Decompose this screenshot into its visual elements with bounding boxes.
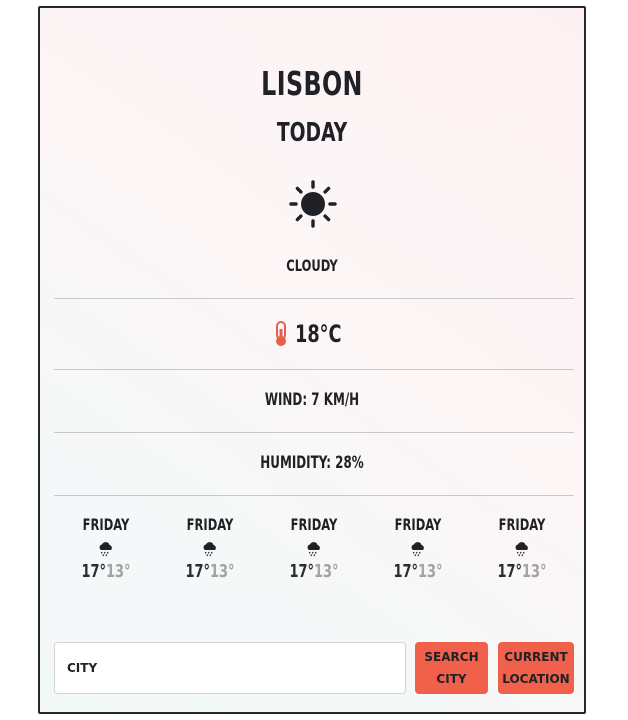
forecast-max-temp: 17° xyxy=(497,561,522,582)
divider xyxy=(54,298,574,299)
weather-card: LISBON TODAY CLOUDY 18°C WIND: 7 KM/H HU… xyxy=(38,6,586,714)
rain-cloud-icon xyxy=(99,542,112,557)
forecast-min-temp: 13° xyxy=(106,561,131,582)
city-search-input[interactable] xyxy=(54,642,406,694)
day-label: TODAY xyxy=(276,118,348,148)
divider xyxy=(54,495,574,496)
forecast-min-temp: 13° xyxy=(210,561,235,582)
forecast-min-temp: 13° xyxy=(418,561,443,582)
forecast-max-temp: 17° xyxy=(393,561,418,582)
temperature-row: 18°C xyxy=(40,318,584,350)
forecast-temperatures: 17°13° xyxy=(376,561,459,582)
rain-cloud-icon xyxy=(203,542,216,557)
search-city-button-label-line1: SEARCH xyxy=(424,650,479,664)
current-location-button-label-line1: CURRENT xyxy=(504,650,568,664)
sun-icon xyxy=(289,180,337,228)
forecast-day: FRIDAY 17°13° xyxy=(262,514,366,582)
forecast-day-label: FRIDAY xyxy=(82,515,130,534)
current-location-button[interactable]: CURRENT LOCATION xyxy=(498,642,574,694)
city-name: LISBON xyxy=(261,64,363,103)
rain-cloud-icon xyxy=(307,542,320,557)
humidity: HUMIDITY: 28% xyxy=(260,453,364,473)
forecast-temperatures: 17°13° xyxy=(480,561,563,582)
forecast-day: FRIDAY 17°13° xyxy=(158,514,262,582)
weather-condition: CLOUDY xyxy=(286,256,338,275)
forecast-day: FRIDAY 17°13° xyxy=(54,514,158,582)
current-location-button-label-line2: LOCATION xyxy=(502,672,570,686)
forecast-day-label: FRIDAY xyxy=(290,515,338,534)
thermometer-icon xyxy=(275,321,286,346)
forecast-day: FRIDAY 17°13° xyxy=(366,514,470,582)
divider xyxy=(54,432,574,433)
forecast-max-temp: 17° xyxy=(185,561,210,582)
forecast-min-temp: 13° xyxy=(314,561,339,582)
rain-cloud-icon xyxy=(515,542,528,557)
forecast-day: FRIDAY 17°13° xyxy=(470,514,574,582)
forecast-max-temp: 17° xyxy=(289,561,314,582)
forecast-list: FRIDAY 17°13° FRIDAY 17°13° FRIDAY 17°13… xyxy=(54,514,574,582)
forecast-day-label: FRIDAY xyxy=(186,515,234,534)
forecast-day-label: FRIDAY xyxy=(498,515,546,534)
rain-cloud-icon xyxy=(411,542,424,557)
forecast-day-label: FRIDAY xyxy=(394,515,442,534)
search-city-button[interactable]: SEARCH CITY xyxy=(415,642,488,694)
forecast-max-temp: 17° xyxy=(81,561,106,582)
forecast-min-temp: 13° xyxy=(522,561,547,582)
search-city-button-label-line2: CITY xyxy=(436,672,467,686)
forecast-temperatures: 17°13° xyxy=(168,561,251,582)
wind-speed: WIND: 7 KM/H xyxy=(264,390,360,410)
forecast-temperatures: 17°13° xyxy=(272,561,355,582)
divider xyxy=(54,369,574,370)
current-temperature: 18°C xyxy=(294,320,342,348)
forecast-temperatures: 17°13° xyxy=(64,561,147,582)
